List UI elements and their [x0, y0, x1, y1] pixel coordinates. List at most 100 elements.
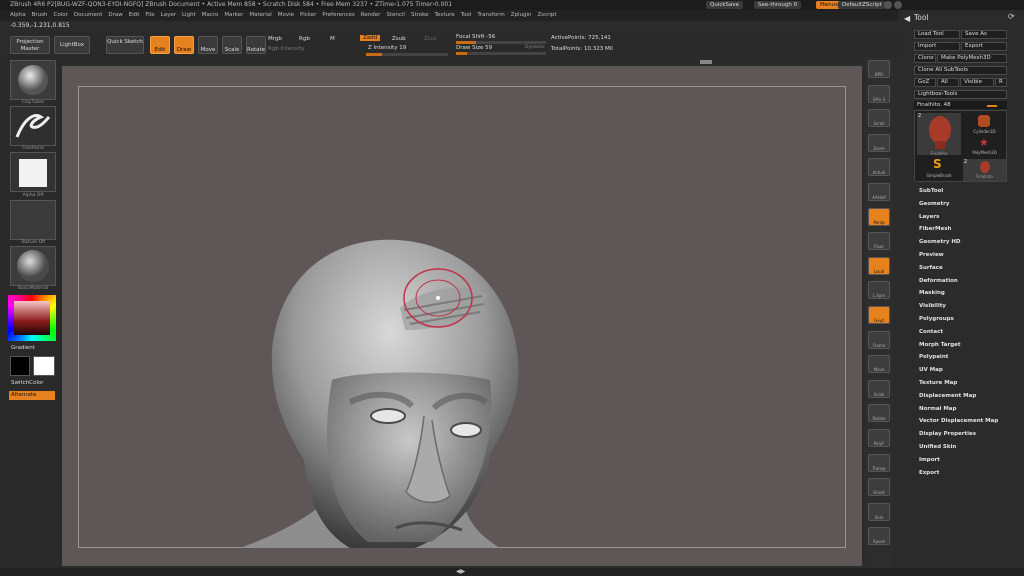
alpha-thumbnail[interactable] [10, 152, 56, 192]
menu-item-stroke[interactable]: Stroke [411, 12, 429, 18]
canvas-scroll-handle[interactable] [700, 60, 712, 64]
shelf-solo-button[interactable]: Solo [868, 502, 890, 521]
shelf-gxyz-button[interactable]: Gxyz [868, 306, 890, 324]
save-as-button[interactable]: Save As [961, 30, 1007, 39]
head-model[interactable] [200, 230, 560, 550]
draw-button[interactable]: Draw [174, 36, 194, 54]
menu-item-zscript[interactable]: Zscript [537, 12, 556, 18]
zcut-button[interactable]: Zcut [424, 36, 436, 42]
default-zscript-button[interactable]: DefaultZScript [838, 1, 886, 9]
tool-pin-icon[interactable]: ◀ [904, 14, 910, 23]
subpalette-visibility[interactable]: Visibility [919, 303, 946, 309]
rgb-intensity-slider[interactable]: Rgb Intensity [268, 46, 305, 52]
shelf-rotate-button[interactable]: Rotate [868, 404, 890, 423]
dynamic-toggle[interactable]: Dynamic [525, 45, 545, 50]
goz-button[interactable]: GoZ [914, 78, 936, 87]
material-thumbnail[interactable] [10, 246, 56, 286]
subpalette-contact[interactable]: Contact [919, 329, 943, 335]
menu-item-stencil[interactable]: Stencil [386, 12, 405, 18]
layout-icon[interactable] [894, 1, 902, 9]
menu-item-preferences[interactable]: Preferences [322, 12, 354, 18]
finalhito-slider[interactable]: Finalhito. 48 [914, 101, 1007, 109]
move-button[interactable]: Move [198, 36, 218, 54]
clone-button[interactable]: Clone [914, 54, 936, 63]
shelf-transp-button[interactable]: Transp [868, 453, 890, 472]
color-picker[interactable] [8, 295, 56, 341]
shelf-polyf-button[interactable]: PolyF [868, 429, 890, 447]
texture-thumbnail[interactable] [10, 200, 56, 240]
subpalette-subtool[interactable]: SubTool [919, 188, 943, 194]
edit-button[interactable]: Edit [150, 36, 170, 54]
subpalette-import[interactable]: Import [919, 457, 940, 463]
zadd-button[interactable]: Zadd [360, 35, 381, 41]
see-through-slider[interactable]: See-through 0 [754, 1, 802, 9]
zsub-button[interactable]: Zsub [392, 36, 406, 42]
menu-item-document[interactable]: Document [74, 12, 103, 18]
z-intensity-slider[interactable] [366, 53, 448, 56]
subpalette-surface[interactable]: Surface [919, 265, 943, 271]
shelf-xpose-button[interactable]: Xpose [868, 527, 890, 546]
menu-item-layer[interactable]: Layer [161, 12, 176, 18]
subpalette-export[interactable]: Export [919, 470, 939, 476]
shelf-ghost-button[interactable]: Ghost [868, 478, 890, 497]
menu-item-edit[interactable]: Edit [129, 12, 140, 18]
palette-refresh-icon[interactable]: ⟳ [1008, 12, 1015, 21]
rgb-button[interactable]: Rgb [299, 36, 310, 42]
menu-item-light[interactable]: Light [182, 12, 196, 18]
subpalette-normal-map[interactable]: Normal Map [919, 406, 956, 412]
menu-item-marker[interactable]: Marker [224, 12, 243, 18]
shelf-l-sym-button[interactable]: L.Sym [868, 281, 890, 300]
shelf-frame-button[interactable]: Frame [868, 330, 890, 349]
menu-item-picker[interactable]: Picker [300, 12, 316, 18]
menu-item-draw[interactable]: Draw [108, 12, 122, 18]
import-button[interactable]: Import [914, 42, 960, 51]
subpalette-display-properties[interactable]: Display Properties [919, 431, 976, 437]
menu-item-file[interactable]: File [145, 12, 154, 18]
tool-thumb-cylinder[interactable]: Cylinder3D [963, 113, 1006, 135]
stroke-thumbnail[interactable] [10, 106, 56, 146]
shelf-move-button[interactable]: Move [868, 355, 890, 374]
subpalette-unified-skin[interactable]: Unified Skin [919, 444, 956, 450]
subpalette-deformation[interactable]: Deformation [919, 278, 958, 284]
menu-item-alpha[interactable]: Alpha [10, 12, 26, 18]
subpalette-morph-target[interactable]: Morph Target [919, 342, 961, 348]
focal-shift-slider[interactable] [456, 41, 546, 44]
subpalette-fibermesh[interactable]: FiberMesh [919, 226, 951, 232]
menu-item-texture[interactable]: Texture [435, 12, 455, 18]
bottom-tray-toggle-icon[interactable]: ◀▶ [456, 568, 465, 575]
shelf-aahalf-button[interactable]: AAHalf [868, 183, 890, 201]
secondary-color-swatch[interactable] [33, 356, 55, 376]
main-color-swatch[interactable] [10, 356, 30, 376]
subpalette-uv-map[interactable]: UV Map [919, 367, 943, 373]
lightbox-button[interactable]: LightBox [54, 36, 90, 54]
help-icon[interactable] [884, 1, 892, 9]
projection-master-button[interactable]: Projection Master [10, 36, 50, 54]
menu-item-transform[interactable]: Transform [477, 12, 504, 18]
switchcolor-button[interactable]: SwitchColor [11, 380, 44, 386]
gradient-toggle[interactable]: Gradient [11, 345, 35, 351]
mrgb-button[interactable]: Mrgb [268, 36, 282, 42]
subpalette-preview[interactable]: Preview [919, 252, 944, 258]
subpalette-polygroups[interactable]: Polygroups [919, 316, 954, 322]
m-button[interactable]: M [330, 36, 335, 42]
all-button[interactable]: All [937, 78, 959, 87]
subpalette-geometry[interactable]: Geometry [919, 201, 949, 207]
draw-size-slider[interactable] [456, 52, 546, 55]
lightbox-tools-button[interactable]: Lightbox›Tools [914, 90, 1007, 99]
rotate-button[interactable]: Rotate [246, 36, 266, 54]
brush-thumbnail[interactable] [10, 60, 56, 100]
scale-button[interactable]: Scale [222, 36, 242, 54]
menu-item-brush[interactable]: Brush [32, 12, 48, 18]
subpalette-geometry-hd[interactable]: Geometry HD [919, 239, 961, 245]
r-button[interactable]: R [995, 78, 1007, 87]
menu-item-material[interactable]: Material [249, 12, 271, 18]
visible-button[interactable]: Visible [960, 78, 994, 87]
shelf-scale-button[interactable]: Scale [868, 379, 890, 398]
shelf-actual-button[interactable]: Actual [868, 158, 890, 177]
shelf-floor-button[interactable]: Floor [868, 232, 890, 251]
alternate-button[interactable]: Alternate [9, 391, 55, 400]
subpalette-texture-map[interactable]: Texture Map [919, 380, 957, 386]
shelf-persp-button[interactable]: Persp [868, 207, 890, 226]
menu-item-tool[interactable]: Tool [461, 12, 472, 18]
shelf-bpr-button[interactable]: BPR [868, 60, 890, 78]
